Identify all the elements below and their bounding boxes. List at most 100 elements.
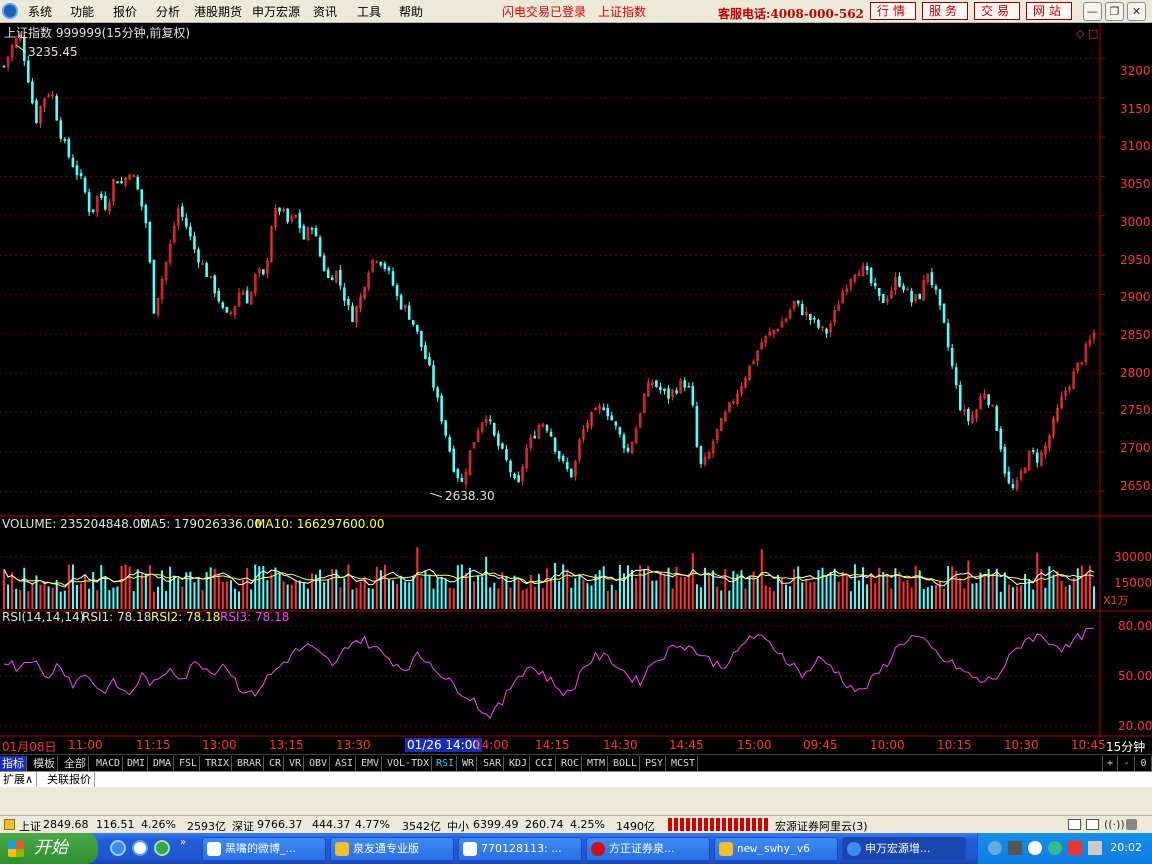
tab-trade[interactable]: 交易 (974, 2, 1020, 20)
tab-obv[interactable]: OBV (307, 756, 331, 771)
menu-analysis[interactable]: 分析 (156, 3, 180, 20)
volume-bar (152, 591, 155, 609)
volume-bar (1020, 585, 1023, 609)
start-button[interactable]: 开始 (0, 833, 98, 864)
flash-login-status[interactable]: 闪电交易已登录 (502, 3, 586, 20)
zoom-in-button[interactable]: + (1102, 756, 1118, 771)
menu-function[interactable]: 功能 (70, 3, 94, 20)
tab-dma[interactable]: DMA (151, 756, 175, 771)
alert-icon[interactable] (4, 819, 15, 830)
tab-emv[interactable]: EMV (359, 756, 383, 771)
task-new-swhy[interactable]: new_swhy_v6 (714, 837, 838, 861)
tab-brar[interactable]: BRAR (235, 756, 265, 771)
candle-body (561, 455, 565, 462)
period-selector[interactable]: 15分钟 (1106, 738, 1145, 755)
candle (987, 393, 990, 408)
tab-vr[interactable]: VR (287, 756, 305, 771)
menu-system[interactable]: 系统 (28, 3, 52, 20)
tray-icon[interactable] (1008, 841, 1022, 855)
browser-icon[interactable] (132, 840, 148, 856)
tab-cr[interactable]: CR (267, 756, 285, 771)
tray-icon[interactable] (1048, 841, 1062, 855)
expand-button[interactable]: 扩展∧ (0, 772, 38, 787)
tab-fsl[interactable]: FSL (177, 756, 201, 771)
zoom-reset-button[interactable]: 0 (1136, 756, 1152, 771)
tab-service[interactable]: 服务 (922, 2, 968, 20)
lock-icon[interactable] (1126, 819, 1137, 830)
related-quotes-button[interactable]: 关联报价 (44, 772, 95, 787)
close-icon[interactable]: ✕ (1127, 2, 1146, 21)
task-chat[interactable]: 770128113: ... (458, 837, 582, 861)
task-swhy-active[interactable]: 申万宏源增... (842, 837, 966, 861)
quicklaunch-expand-icon[interactable]: » (180, 837, 186, 848)
message-icon[interactable] (1068, 819, 1081, 830)
task-weibo[interactable]: 黑嘴的微博_... (202, 837, 326, 861)
tab-roc[interactable]: ROC (559, 756, 583, 771)
zoom-out-button[interactable]: - (1119, 756, 1135, 771)
candle (1044, 441, 1047, 460)
candle (209, 276, 212, 279)
menu-tools[interactable]: 工具 (357, 3, 381, 20)
candle (638, 412, 642, 429)
tray-icon[interactable] (1028, 841, 1042, 855)
menu-news[interactable]: 资讯 (313, 3, 337, 20)
tab-market[interactable]: 行情 (870, 2, 916, 20)
candle (83, 176, 87, 194)
candle-body (428, 357, 431, 366)
candle (525, 444, 529, 472)
task-quanyoutong[interactable]: 泉友通专业版 (330, 837, 454, 861)
tab-trix[interactable]: TRIX (203, 756, 233, 771)
tab-cci[interactable]: CCI (533, 756, 557, 771)
chart-mode-icon[interactable]: ◇ (1076, 27, 1085, 40)
tab-indicator[interactable]: 指标 (0, 756, 27, 771)
candle-body (553, 437, 557, 452)
menu-hk-futures[interactable]: 港股期货 (194, 3, 242, 20)
signal-icon[interactable]: ((·)) (1104, 818, 1125, 831)
clock[interactable]: 20:02 (1110, 841, 1142, 854)
tray-icon[interactable] (1068, 841, 1082, 855)
media-icon[interactable] (154, 840, 170, 856)
candle-body (225, 306, 229, 313)
kline-chart[interactable]: 上证指数 999999(15分钟,前复权) ◇ □ 3235.45 2638.3… (0, 23, 1152, 737)
tab-rsi[interactable]: RSI (434, 756, 458, 771)
candle (225, 306, 229, 314)
menu-swhy[interactable]: 申万宏源 (252, 3, 300, 20)
tab-boll[interactable]: BOLL (611, 756, 641, 771)
volume-bar (144, 573, 147, 609)
tab-psy[interactable]: PSY (643, 756, 667, 771)
restore-icon[interactable]: ❐ (1105, 2, 1124, 21)
ie-icon[interactable] (110, 840, 126, 856)
layout-icon[interactable] (1086, 819, 1099, 830)
volume-bar (683, 577, 686, 609)
tab-all[interactable]: 全部 (62, 756, 89, 771)
volume-bar (724, 569, 727, 609)
tab-sar[interactable]: SAR (481, 756, 505, 771)
price-tick: 2750 (1120, 403, 1151, 417)
chart-maximize-icon[interactable]: □ (1088, 27, 1098, 40)
tab-asi[interactable]: ASI (333, 756, 357, 771)
menu-quote[interactable]: 报价 (113, 3, 137, 20)
minimize-icon[interactable]: — (1083, 2, 1102, 21)
tab-vol-tdx[interactable]: VOL-TDX (385, 756, 433, 771)
tab-wr[interactable]: WR (460, 756, 478, 771)
tab-kdj[interactable]: KDJ (507, 756, 531, 771)
volume-bar (797, 566, 800, 609)
candle (837, 299, 841, 311)
broker-server[interactable]: 宏源证券阿里云(3) (775, 818, 868, 834)
tab-mtm[interactable]: MTM (585, 756, 609, 771)
candle-body (262, 269, 265, 275)
candle (1007, 466, 1011, 485)
tab-macd[interactable]: MACD (94, 756, 124, 771)
tab-website[interactable]: 网站 (1026, 2, 1072, 20)
candle (618, 426, 622, 438)
candle-body (618, 427, 622, 435)
candle-body (318, 237, 322, 257)
volume-icon[interactable] (1088, 841, 1102, 855)
task-founder[interactable]: 方正证券泉... (586, 837, 710, 861)
menu-help[interactable]: 帮助 (399, 3, 423, 20)
volume-bar (886, 575, 889, 609)
tab-mcst[interactable]: MCST (669, 756, 699, 771)
tray-icon[interactable] (988, 841, 1002, 855)
tab-template[interactable]: 模板 (31, 756, 58, 771)
tab-dmi[interactable]: DMI (125, 756, 149, 771)
